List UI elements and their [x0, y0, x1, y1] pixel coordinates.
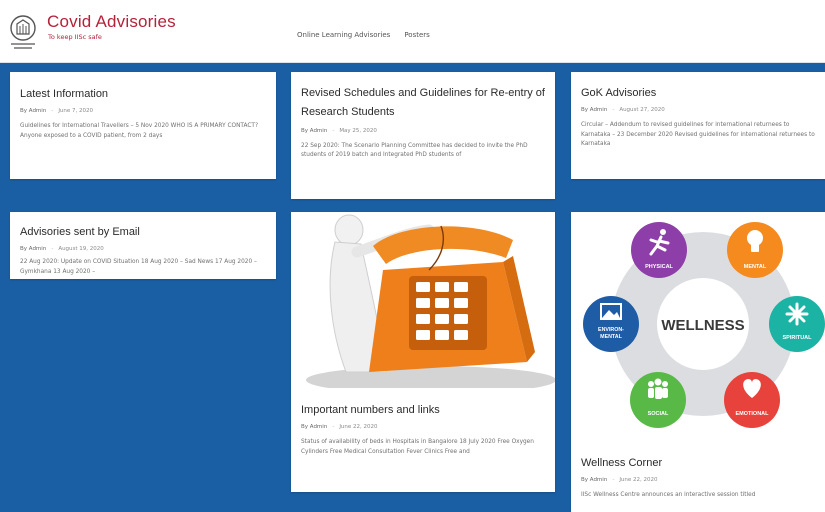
wellness-label-spiritual: SPIRITUAL	[782, 335, 812, 341]
post-author[interactable]: By Admin	[20, 246, 46, 252]
site-header: Covid Advisories To keep IISc safe Onlin…	[0, 0, 825, 63]
lotus-icon	[785, 302, 809, 326]
post-excerpt: Status of availability of beds in Hospit…	[301, 439, 534, 455]
post-title[interactable]: Latest Information	[20, 86, 266, 103]
post-title[interactable]: Wellness Corner	[581, 455, 815, 472]
wellness-node-environmental: ENVIRON- MENTAL	[583, 296, 639, 352]
post-excerpt: IISc Wellness Centre announces an intera…	[581, 492, 756, 499]
post-meta: By Admin - June 22, 2020	[301, 424, 378, 431]
post-author[interactable]: By Admin	[301, 128, 327, 134]
post-date[interactable]: June 7, 2020	[58, 108, 93, 114]
post-card-gok-advisories: GoK Advisories By Admin - August 27, 2020 …	[571, 72, 825, 179]
site-tagline: To keep IISc safe	[48, 33, 102, 41]
post-date[interactable]: June 22, 2020	[619, 477, 657, 483]
nav-posters[interactable]: Posters	[404, 31, 429, 39]
post-date[interactable]: August 27, 2020	[619, 107, 665, 113]
post-card-advisories-email: Advisories sent by Email By Admin - August…	[10, 212, 276, 279]
post-meta: By Admin - May 25, 2020	[301, 127, 377, 134]
post-title[interactable]: Important numbers and links	[301, 402, 545, 419]
post-author[interactable]: By Admin	[581, 107, 607, 113]
wellness-node-emotional: EMOTIONAL	[724, 372, 780, 428]
iisc-logo-icon[interactable]	[8, 14, 38, 50]
wellness-node-social: SOCIAL	[630, 372, 686, 428]
post-date[interactable]: May 25, 2020	[339, 128, 377, 134]
post-meta: By Admin - August 27, 2020	[581, 107, 665, 114]
wellness-node-spiritual: SPIRITUAL	[769, 296, 825, 352]
wellness-label-physical: PHYSICAL	[645, 264, 673, 270]
post-title[interactable]: Revised Schedules and Guidelines for Re-…	[301, 84, 545, 123]
post-meta: By Admin - August 19, 2020	[20, 246, 104, 253]
primary-nav: Online Learning Advisories Posters	[297, 31, 430, 39]
post-title[interactable]: Advisories sent by Email	[20, 224, 266, 241]
post-excerpt: Guidelines for International Travellers …	[20, 123, 259, 139]
nav-online-learning-advisories[interactable]: Online Learning Advisories	[297, 31, 390, 39]
post-author[interactable]: By Admin	[581, 477, 607, 483]
post-date[interactable]: August 19, 2020	[58, 246, 104, 252]
post-excerpt: 22 Sep 2020: The Scenario Planning Commi…	[301, 142, 528, 159]
post-card-revised-schedules: Revised Schedules and Guidelines for Re-…	[291, 72, 555, 199]
post-meta: By Admin - June 22, 2020	[581, 477, 658, 484]
post-author[interactable]: By Admin	[301, 424, 327, 430]
post-author[interactable]: By Admin	[20, 108, 46, 114]
telephone-figure-image[interactable]	[291, 212, 555, 388]
wellness-label-social: SOCIAL	[648, 411, 669, 417]
post-excerpt: 22 Aug 2020: Update on COVID Situation 1…	[20, 259, 257, 275]
post-title[interactable]: GoK Advisories	[581, 85, 815, 102]
wellness-label-emotional: EMOTIONAL	[736, 411, 770, 417]
wellness-label-environmental-2: MENTAL	[600, 334, 622, 340]
wellness-node-physical: PHYSICAL	[631, 222, 687, 278]
wellness-node-mental: MENTAL	[727, 222, 783, 278]
people-icon	[648, 378, 668, 399]
wellness-center-label: WELLNESS	[661, 317, 744, 334]
wellness-label-mental: MENTAL	[744, 264, 767, 270]
post-date[interactable]: June 22, 2020	[339, 424, 377, 430]
post-card-wellness-corner: WELLNESS PHYSICAL MENTAL SPIRITUAL EMOTI…	[571, 212, 825, 512]
post-excerpt: Circular – Addendum to revised guideline…	[581, 122, 815, 148]
wellness-wheel-image[interactable]: WELLNESS PHYSICAL MENTAL SPIRITUAL EMOTI…	[571, 212, 825, 438]
site-title[interactable]: Covid Advisories	[47, 12, 176, 32]
wellness-label-environmental: ENVIRON-	[598, 327, 624, 333]
post-card-important-numbers: Important numbers and links By Admin - Jun…	[291, 212, 555, 492]
post-card-latest-information: Latest Information By Admin - June 7, 2020…	[10, 72, 276, 179]
post-meta: By Admin - June 7, 2020	[20, 108, 94, 115]
